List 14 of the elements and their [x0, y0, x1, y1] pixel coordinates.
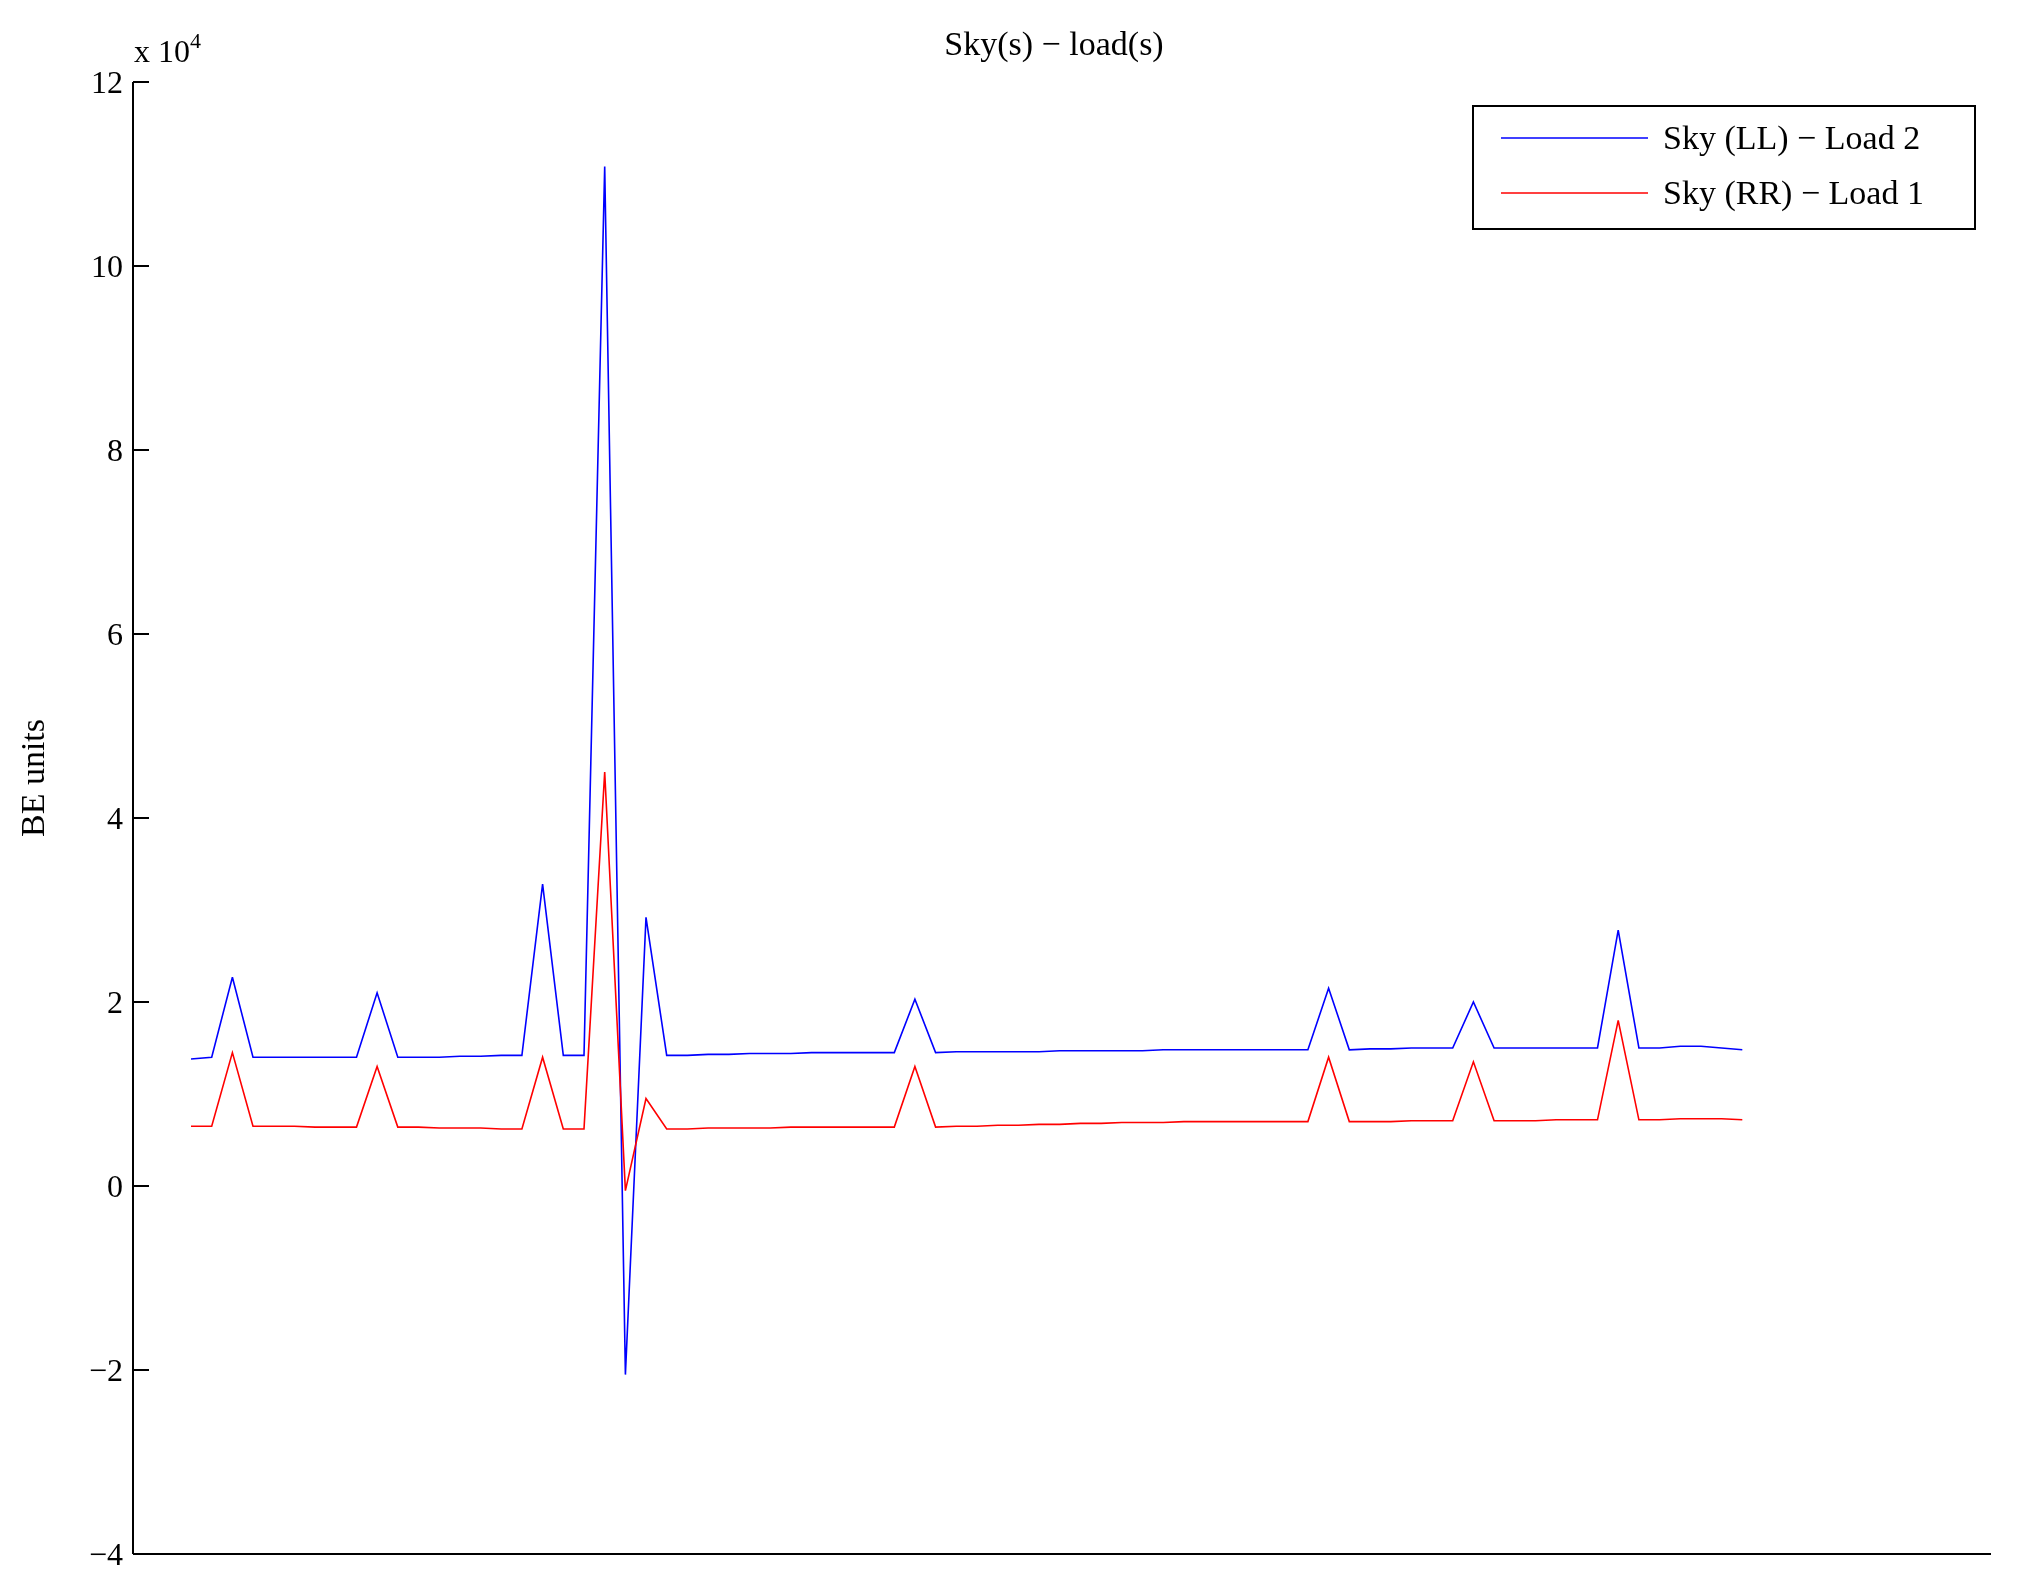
legend-label: Sky (RR) − Load 1 [1663, 174, 1924, 211]
chart-title: Sky(s) − load(s) [944, 25, 1164, 62]
legend-label: Sky (LL) − Load 2 [1663, 119, 1921, 156]
tick-label: −4 [88, 1536, 123, 1572]
tick-label: −2 [88, 1352, 123, 1388]
tick-label: 2 [107, 984, 123, 1020]
tick-label: 6 [107, 616, 123, 652]
tick-label: 12 [91, 64, 123, 100]
tick-label: 10 [91, 248, 123, 284]
tick-label: 8 [107, 432, 123, 468]
axis-multiplier: x 10$^{4}$ [134, 28, 201, 69]
tick-label: 4 [107, 800, 123, 836]
tick-label: 0 [107, 1168, 123, 1204]
y-axis-label: BE units [14, 718, 51, 838]
